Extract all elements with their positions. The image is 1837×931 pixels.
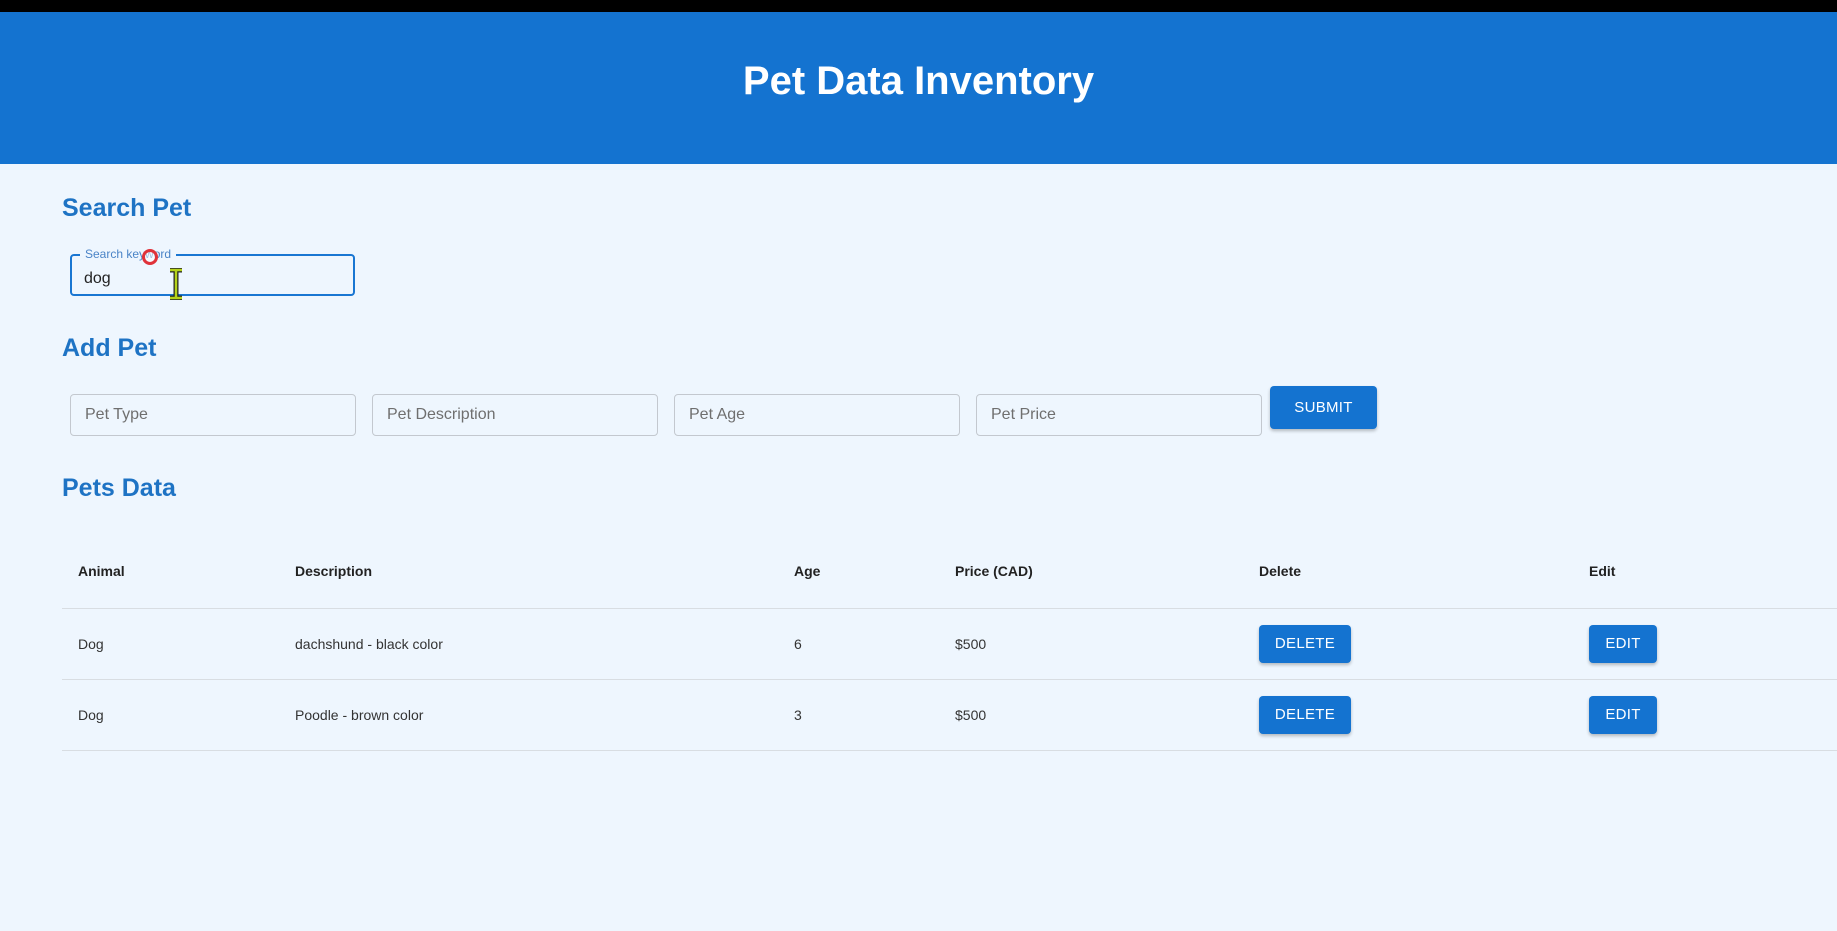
cell-age: 3 bbox=[778, 679, 939, 751]
cell-description: dachshund - black color bbox=[279, 608, 778, 680]
search-section-title: Search Pet bbox=[62, 194, 192, 222]
text-cursor-icon bbox=[170, 268, 182, 300]
submit-button[interactable]: SUBMIT bbox=[1270, 386, 1377, 429]
column-header-price: Price (CAD) bbox=[939, 534, 1243, 609]
cell-edit: EDIT bbox=[1573, 608, 1837, 680]
cell-animal: Dog bbox=[62, 679, 279, 751]
pet-description-input[interactable] bbox=[372, 394, 658, 436]
table-header-row: Animal Description Age Price (CAD) Delet… bbox=[62, 534, 1837, 609]
top-black-bar bbox=[0, 0, 1837, 12]
edit-button[interactable]: EDIT bbox=[1589, 695, 1657, 734]
column-header-animal: Animal bbox=[62, 534, 279, 609]
search-field[interactable]: Search keyword bbox=[70, 247, 355, 296]
cell-animal: Dog bbox=[62, 608, 279, 680]
cell-edit: EDIT bbox=[1573, 679, 1837, 751]
pet-price-input[interactable] bbox=[976, 394, 1262, 436]
cell-delete: DELETE bbox=[1243, 608, 1573, 680]
pet-type-input[interactable] bbox=[70, 394, 356, 436]
edit-button[interactable]: EDIT bbox=[1589, 624, 1657, 663]
pets-table: Animal Description Age Price (CAD) Delet… bbox=[62, 534, 1837, 751]
pet-age-input[interactable] bbox=[674, 394, 960, 436]
add-section-title: Add Pet bbox=[62, 334, 157, 362]
table-row: Dog Poodle - brown color 3 $500 DELETE E… bbox=[62, 679, 1837, 751]
cell-description: Poodle - brown color bbox=[279, 679, 778, 751]
search-field-label: Search keyword bbox=[80, 247, 177, 261]
cell-delete: DELETE bbox=[1243, 679, 1573, 751]
app-header: Pet Data Inventory bbox=[0, 12, 1837, 164]
page-title: Pet Data Inventory bbox=[742, 58, 1095, 103]
cell-price: $500 bbox=[939, 679, 1243, 751]
delete-button[interactable]: DELETE bbox=[1259, 624, 1351, 663]
search-input[interactable] bbox=[72, 256, 353, 294]
pets-data-title: Pets Data bbox=[62, 474, 176, 502]
column-header-age: Age bbox=[778, 534, 939, 609]
add-pet-form: SUBMIT bbox=[70, 386, 1377, 436]
column-header-description: Description bbox=[279, 534, 778, 609]
cell-age: 6 bbox=[778, 608, 939, 680]
table-row: Dog dachshund - black color 6 $500 DELET… bbox=[62, 608, 1837, 680]
cell-price: $500 bbox=[939, 608, 1243, 680]
column-header-edit: Edit bbox=[1573, 534, 1837, 609]
column-header-delete: Delete bbox=[1243, 534, 1573, 609]
click-indicator-icon bbox=[142, 249, 158, 265]
delete-button[interactable]: DELETE bbox=[1259, 695, 1351, 734]
